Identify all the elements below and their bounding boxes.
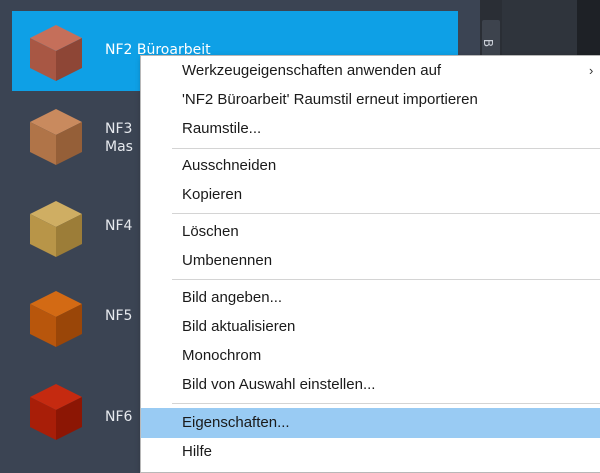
menu-item-label: Kopieren [182,186,243,203]
submenu-arrow-icon: › [589,63,594,78]
tool-item-label: NF3 Mas [105,121,133,155]
menu-item-delete[interactable]: Löschen [141,217,600,247]
cube-icon [30,291,82,347]
menu-item-rename[interactable]: Umbenennen [141,246,600,276]
tool-item-label: NF4 [105,218,133,234]
menu-item-label: 'NF2 Büroarbeit' Raumstil erneut importi… [182,91,478,108]
tool-item-label: NF5 [105,308,133,324]
menu-item-label: Werkzeugeigenschaften anwenden auf [182,62,442,79]
menu-item-label: Hilfe [182,443,213,460]
menu-item-help[interactable]: Hilfe [141,437,600,467]
menu-separator [172,148,600,149]
menu-item-label: Umbenennen [182,252,273,269]
menu-item-copy[interactable]: Kopieren [141,180,600,210]
context-menu: Werkzeugeigenschaften anwenden auf › 'NF… [140,55,600,473]
menu-item-apply-tool-properties[interactable]: Werkzeugeigenschaften anwenden auf › [141,56,600,86]
cube-icon [30,109,82,165]
menu-item-label: Bild aktualisieren [182,318,296,335]
menu-item-label: Monochrom [182,347,262,364]
side-tab-label: B [481,38,496,48]
menu-item-label: Raumstile... [182,120,262,137]
menu-separator [172,279,600,280]
menu-separator [172,213,600,214]
menu-item-properties[interactable]: Eigenschaften... [141,408,600,438]
menu-item-label: Bild angeben... [182,289,283,306]
menu-item-cut[interactable]: Ausschneiden [141,151,600,181]
cube-icon [30,25,82,81]
menu-item-refresh-image[interactable]: Bild aktualisieren [141,312,600,342]
menu-item-reimport-style[interactable]: 'NF2 Büroarbeit' Raumstil erneut importi… [141,85,600,115]
menu-item-label: Löschen [182,223,239,240]
tool-item-label: NF6 [105,409,133,425]
menu-item-specify-image[interactable]: Bild angeben... [141,283,600,313]
menu-item-label: Eigenschaften... [182,414,290,431]
menu-item-monochrome[interactable]: Monochrom [141,341,600,371]
cube-icon [30,384,82,440]
menu-item-room-styles[interactable]: Raumstile... [141,114,600,144]
cube-icon [30,201,82,257]
menu-separator [172,403,600,404]
menu-item-set-image-from-selection[interactable]: Bild von Auswahl einstellen... [141,370,600,400]
menu-item-label: Bild von Auswahl einstellen... [182,376,376,393]
menu-item-label: Ausschneiden [182,157,277,174]
